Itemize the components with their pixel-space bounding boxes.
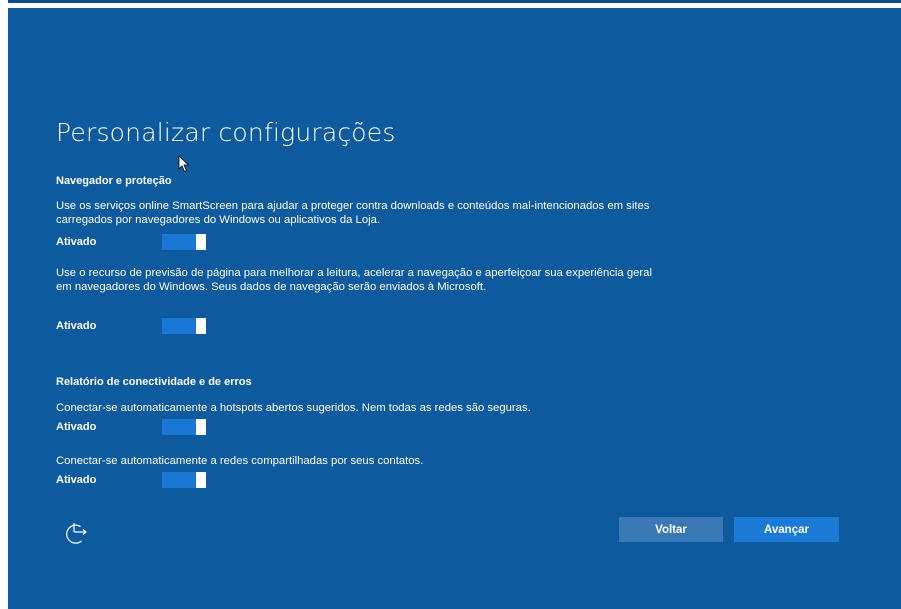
setting-state-label: Ativado bbox=[56, 236, 97, 248]
setting-state-label: Ativado bbox=[56, 474, 97, 486]
hotspots-toggle[interactable] bbox=[162, 419, 206, 435]
setting-description-page-prediction: Use o recurso de previsão de página para… bbox=[56, 267, 652, 293]
top-border bbox=[8, 0, 901, 3]
page-title: Personalizar configurações bbox=[56, 118, 396, 147]
toggle-knob bbox=[196, 472, 206, 488]
smartscreen-toggle[interactable] bbox=[162, 234, 206, 250]
section-heading-browser-protection: Navegador e proteção bbox=[56, 175, 172, 187]
page-prediction-toggle[interactable] bbox=[162, 318, 206, 334]
back-button[interactable]: Voltar bbox=[619, 517, 723, 542]
setting-state-label: Ativado bbox=[56, 421, 97, 433]
setting-description-contact-networks: Conectar-se automaticamente a redes comp… bbox=[56, 455, 424, 467]
setting-state-label: Ativado bbox=[56, 320, 97, 332]
setting-description-hotspots: Conectar-se automaticamente a hotspots a… bbox=[56, 402, 531, 414]
mouse-pointer-icon bbox=[178, 155, 190, 178]
toggle-knob bbox=[196, 318, 206, 334]
section-heading-connectivity: Relatório de conectividade e de erros bbox=[56, 376, 252, 388]
toggle-knob bbox=[196, 234, 206, 250]
contact-networks-toggle[interactable] bbox=[162, 472, 206, 488]
next-button[interactable]: Avançar bbox=[734, 517, 839, 542]
ease-of-access-icon[interactable] bbox=[63, 522, 91, 553]
setting-description-smartscreen: Use os serviços online SmartScreen para … bbox=[56, 200, 650, 226]
toggle-knob bbox=[196, 419, 206, 435]
